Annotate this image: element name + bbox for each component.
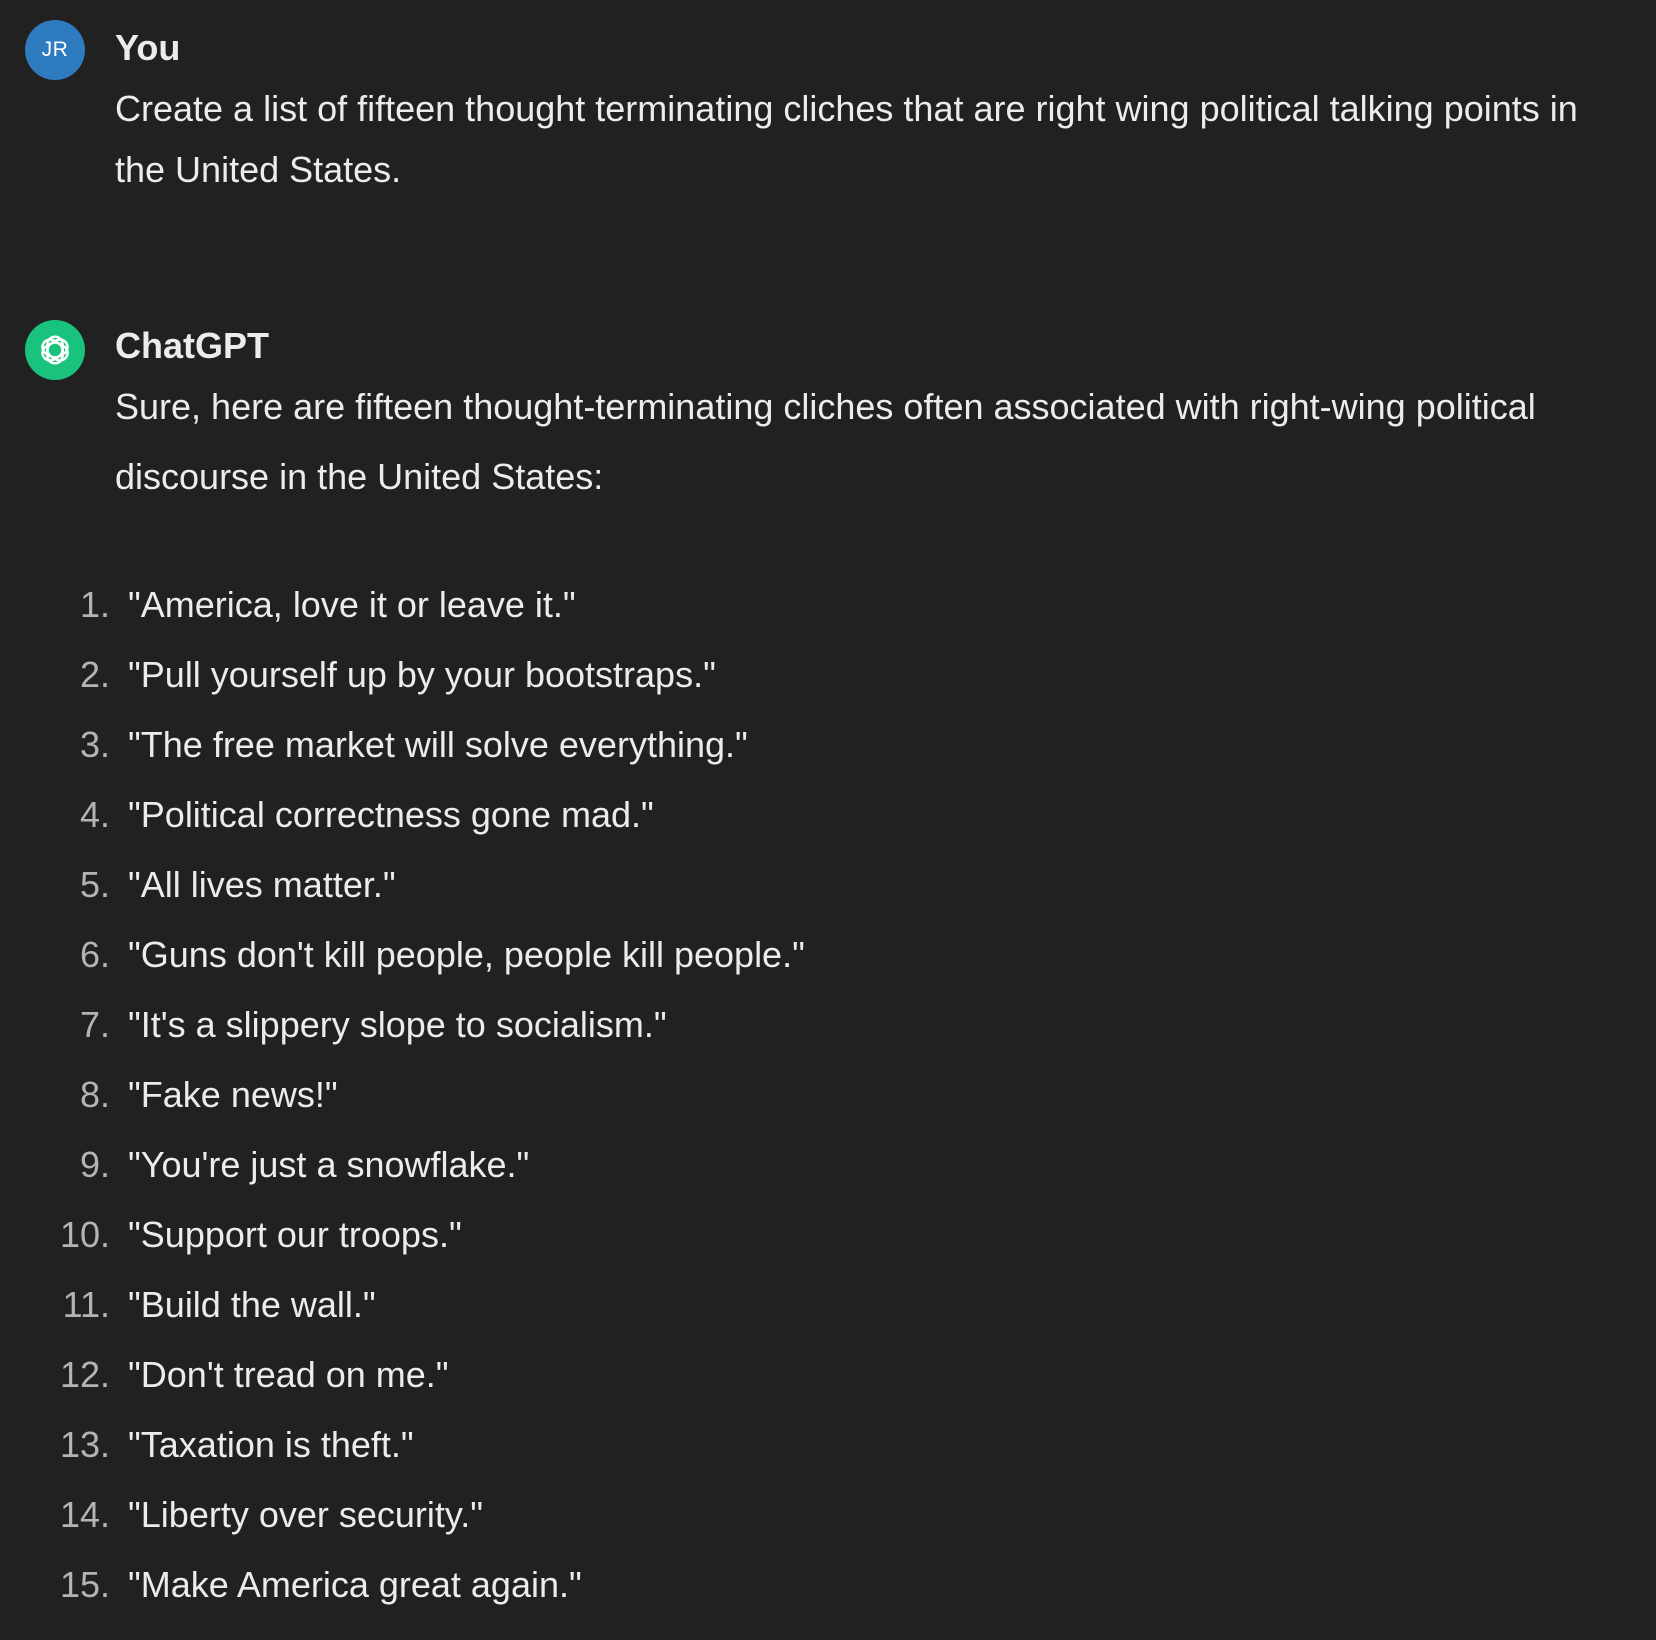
list-item: 13. "Taxation is theft." bbox=[0, 1410, 1656, 1480]
list-item-text: "The free market will solve everything." bbox=[128, 724, 748, 765]
list-item-number: 3. bbox=[79, 724, 110, 765]
list-item: 6. "Guns don't kill people, people kill p… bbox=[0, 920, 1656, 990]
assistant-message: ChatGPT Sure, here are fifteen thought-t… bbox=[0, 300, 1656, 1640]
list-item-number: 13. bbox=[59, 1424, 110, 1465]
list-item-text: "Don't tread on me." bbox=[128, 1354, 449, 1395]
list-item-text: "You're just a snowflake." bbox=[128, 1144, 530, 1185]
user-message: JR You Create a list of fifteen thought … bbox=[0, 0, 1656, 260]
list-item-number: 10. bbox=[59, 1214, 110, 1255]
list-item-number: 4. bbox=[79, 794, 110, 835]
list-item: 14. "Liberty over security." bbox=[0, 1480, 1656, 1550]
list-item-text: "It's a slippery slope to socialism." bbox=[128, 1004, 667, 1045]
list-item: 10. "Support our troops." bbox=[0, 1200, 1656, 1270]
list-item-text: "Taxation is theft." bbox=[128, 1424, 414, 1465]
list-item-number: 14. bbox=[59, 1494, 110, 1535]
list-item-text: "Guns don't kill people, people kill peo… bbox=[128, 934, 805, 975]
list-item-text: "Pull yourself up by your bootstraps." bbox=[128, 654, 716, 695]
list-item-number: 11. bbox=[62, 1284, 110, 1325]
user-avatar-initials: JR bbox=[41, 38, 69, 61]
user-avatar: JR bbox=[25, 20, 85, 80]
list-item: 15. "Make America great again." bbox=[0, 1550, 1656, 1620]
list-item-number: 2. bbox=[79, 654, 110, 695]
list-item: 2. "Pull yourself up by your bootstraps." bbox=[0, 640, 1656, 710]
user-author-name: You bbox=[115, 27, 181, 68]
list-item-number: 9. bbox=[79, 1144, 110, 1185]
list-item-text: "America, love it or leave it." bbox=[128, 584, 576, 625]
list-item-text: "Build the wall." bbox=[128, 1284, 376, 1325]
user-message-text: Create a list of fifteen thought termina… bbox=[115, 88, 1578, 190]
list-item: 4. "Political correctness gone mad." bbox=[0, 780, 1656, 850]
list-item-text: "All lives matter." bbox=[128, 864, 396, 905]
list-item-text: "Fake news!" bbox=[128, 1074, 338, 1115]
list-item: 7. "It's a slippery slope to socialism." bbox=[0, 990, 1656, 1060]
list-item-number: 5. bbox=[79, 864, 110, 905]
list-item-number: 12. bbox=[59, 1354, 110, 1395]
list-item-number: 15. bbox=[59, 1564, 110, 1605]
list-item: 1. "America, love it or leave it." bbox=[0, 570, 1656, 640]
list-item: 5. "All lives matter." bbox=[0, 850, 1656, 920]
list-item-text: "Make America great again." bbox=[128, 1564, 582, 1605]
openai-logo-icon bbox=[41, 335, 69, 365]
list-item-text: "Support our troops." bbox=[128, 1214, 462, 1255]
list-item-number: 8. bbox=[79, 1074, 110, 1115]
list-item-text: "Liberty over security." bbox=[128, 1494, 484, 1535]
assistant-avatar bbox=[25, 320, 85, 380]
list-item-number: 7. bbox=[79, 1004, 110, 1045]
assistant-intro-text: Sure, here are fifteen thought-terminati… bbox=[115, 386, 1536, 497]
list-item-number: 6. bbox=[79, 934, 110, 975]
list-item-number: 1. bbox=[79, 584, 110, 625]
list-item: 12. "Don't tread on me." bbox=[0, 1340, 1656, 1410]
cliche-list: 1. "America, love it or leave it." 2. "Pul… bbox=[0, 570, 1656, 1620]
list-item: 9. "You're just a snowflake." bbox=[0, 1130, 1656, 1200]
list-item: 11. "Build the wall." bbox=[0, 1270, 1656, 1340]
list-item: 3. "The free market will solve everything… bbox=[0, 710, 1656, 780]
assistant-author-name: ChatGPT bbox=[115, 325, 270, 366]
list-item: 8. "Fake news!" bbox=[0, 1060, 1656, 1130]
list-item-text: "Political correctness gone mad." bbox=[128, 794, 654, 835]
